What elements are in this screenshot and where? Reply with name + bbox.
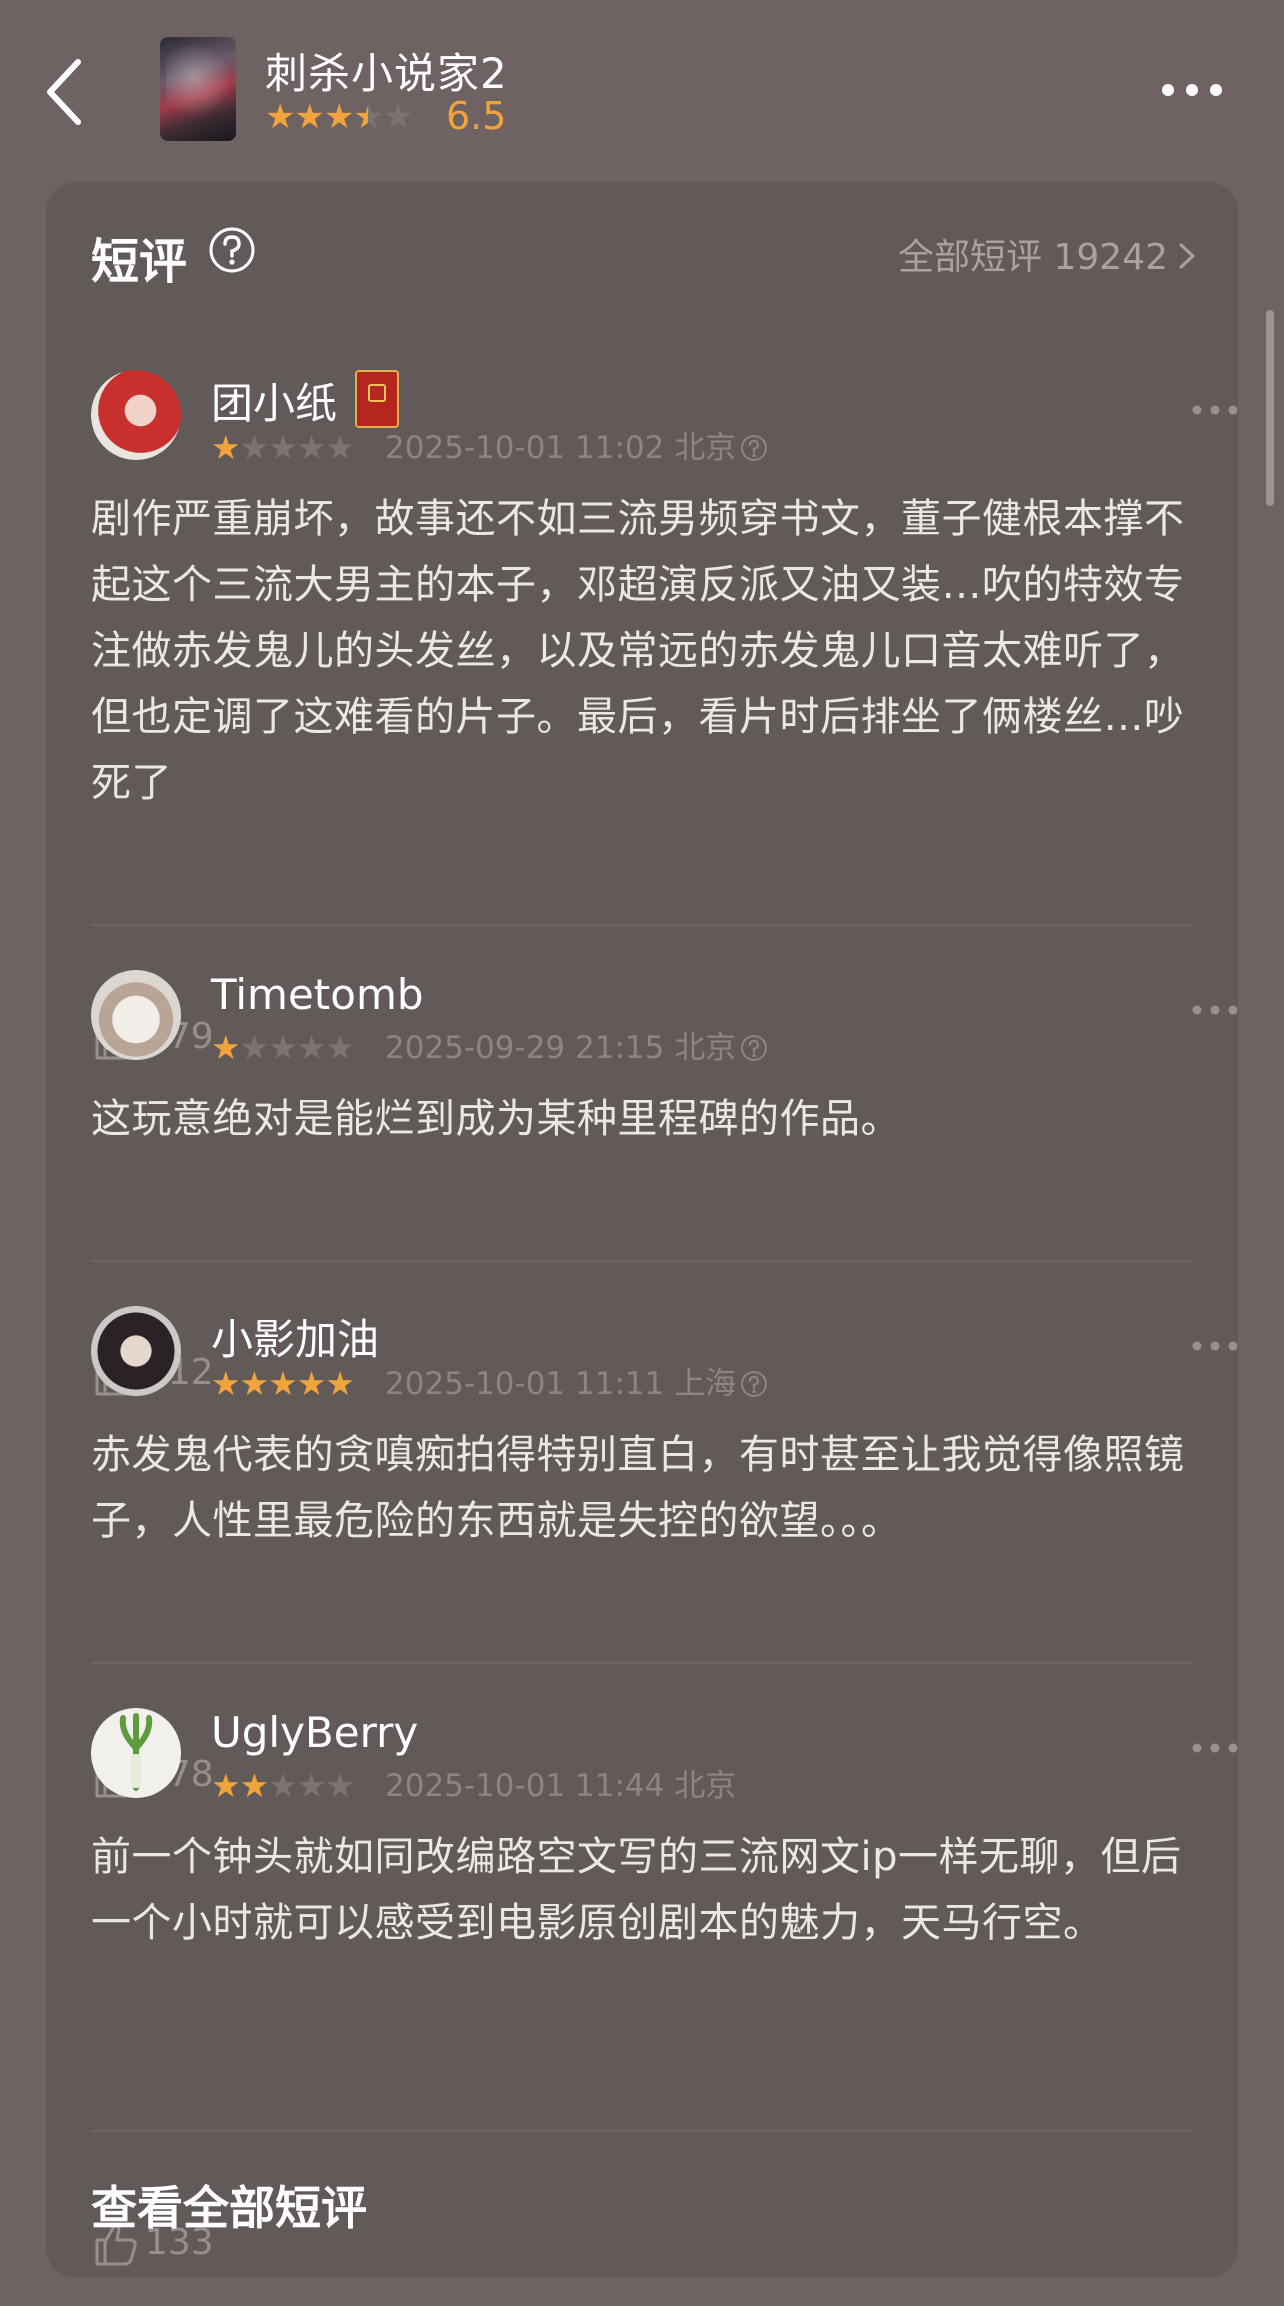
question-circle-icon — [741, 435, 768, 461]
question-circle-icon[interactable] — [208, 226, 256, 274]
star-icon: ★ — [265, 97, 296, 137]
top-nav-bar: 刺杀小说家2 ★★★★★ 6.5 — [0, 0, 1284, 150]
review-time: 2025-10-01 11:11 — [385, 1366, 665, 1402]
star-icon: ★ — [294, 97, 325, 137]
star-icon: ★ — [323, 97, 355, 137]
more-horizontal-icon — [1192, 1005, 1238, 1015]
username[interactable]: 团小纸 — [211, 370, 337, 431]
review-meta: 2025-09-29 21:15 北京 — [385, 1028, 768, 1068]
username[interactable]: UglyBerry — [211, 1708, 418, 1757]
rating-stars: ★★★★★ — [211, 1028, 355, 1067]
avatar[interactable] — [91, 1708, 181, 1798]
avatar[interactable] — [91, 970, 181, 1060]
star-icon: ★ — [211, 1766, 241, 1805]
review-text: 剧作严重崩坏，故事还不如三流男频穿书文，董子健根本撑不起这个三流大男主的本子，邓… — [91, 496, 1185, 806]
star-icon: ★ — [211, 1364, 241, 1403]
avatar[interactable] — [91, 1306, 181, 1396]
star-icon: ★ — [239, 428, 270, 467]
question-circle-icon — [741, 1371, 768, 1397]
movie-title: 刺杀小说家2 — [265, 49, 508, 98]
review-location: 北京 — [674, 1768, 737, 1804]
review-meta: 2025-10-01 11:11 上海 — [385, 1364, 768, 1404]
more-horizontal-icon — [1192, 1341, 1238, 1351]
star-icon: ★ — [211, 428, 241, 467]
all-reviews-link[interactable]: 全部短评 19242 — [898, 228, 1198, 280]
star-icon: ★ — [296, 1766, 327, 1805]
star-icon: ★ — [353, 97, 384, 137]
scrollbar[interactable] — [1266, 310, 1274, 506]
movie-score: 6.5 — [446, 94, 507, 138]
review-more-button[interactable] — [1191, 1336, 1239, 1356]
star-icon: ★ — [268, 1364, 298, 1403]
movie-poster[interactable] — [160, 37, 236, 141]
star-icon: ★ — [239, 1028, 270, 1067]
star-icon: ★ — [382, 97, 414, 137]
star-icon: ★ — [268, 428, 298, 467]
review-text: 赤发鬼代表的贪嗔痴拍得特别直白，有时甚至让我觉得像照镜子，人性里最危险的东西就是… — [91, 1432, 1185, 1544]
review-meta: 2025-10-01 11:02 北京 — [385, 428, 768, 468]
more-options-button[interactable] — [1160, 70, 1224, 110]
star-icon: ★ — [296, 1364, 327, 1403]
review-more-button[interactable] — [1191, 1738, 1239, 1758]
divider — [91, 1260, 1193, 1262]
review-meta: 2025-10-01 11:44 北京 — [385, 1766, 736, 1806]
star-icon: ★ — [268, 1028, 298, 1067]
review-more-button[interactable] — [1191, 400, 1239, 420]
star-icon: ★ — [296, 1028, 327, 1067]
star-icon: ★ — [325, 1364, 355, 1403]
divider — [91, 2130, 1193, 2132]
back-button[interactable] — [38, 52, 98, 132]
view-all-reviews-button[interactable]: 查看全部短评 — [91, 2172, 367, 2238]
username[interactable]: 小影加油 — [211, 1306, 379, 1367]
chevron-right-icon — [1179, 243, 1195, 269]
review-time: 2025-10-01 11:44 — [385, 1768, 665, 1804]
more-horizontal-icon — [1192, 1743, 1238, 1753]
short-reviews-card: 短评 全部短评 19242 团小纸 ★★★★★ 2025-10-01 11:02… — [46, 182, 1238, 2278]
section-title: 短评 — [91, 234, 188, 290]
review-location: 北京 — [674, 1030, 737, 1066]
review-more-button[interactable] — [1191, 1000, 1239, 1020]
more-horizontal-icon — [1162, 84, 1222, 96]
star-icon: ★ — [239, 1766, 270, 1805]
review-time: 2025-10-01 11:02 — [385, 430, 665, 466]
star-icon: ★ — [325, 1766, 355, 1805]
star-icon: ★ — [325, 1028, 355, 1067]
member-badge-icon — [355, 370, 399, 428]
chevron-left-icon — [47, 59, 81, 125]
star-icon: ★ — [268, 1766, 298, 1805]
star-icon: ★ — [239, 1364, 270, 1403]
username[interactable]: Timetomb — [211, 970, 424, 1019]
rating-stars: ★★★★★ — [211, 1364, 355, 1403]
more-horizontal-icon — [1192, 405, 1238, 415]
review-text: 这玩意绝对是能烂到成为某种里程碑的作品。 — [91, 1096, 901, 1142]
leek-avatar-icon — [119, 1713, 153, 1791]
star-icon: ★ — [325, 428, 355, 467]
avatar[interactable] — [91, 370, 181, 460]
review-location: 北京 — [674, 430, 737, 466]
review-location: 上海 — [674, 1366, 737, 1402]
question-circle-icon — [741, 1035, 768, 1061]
divider — [91, 924, 1193, 926]
star-icon: ★ — [211, 1028, 241, 1067]
divider — [91, 1662, 1193, 1664]
review-text: 前一个钟头就如同改编路空文写的三流网文ip一样无聊，但后一个小时就可以感受到电影… — [91, 1834, 1182, 1946]
rating-stars: ★★★★★ — [211, 428, 355, 467]
all-reviews-label: 全部短评 19242 — [898, 237, 1168, 278]
movie-rating-stars: ★★★★★ — [265, 97, 414, 137]
star-icon: ★ — [296, 428, 327, 467]
review-time: 2025-09-29 21:15 — [385, 1030, 665, 1066]
rating-stars: ★★★★★ — [211, 1766, 355, 1805]
